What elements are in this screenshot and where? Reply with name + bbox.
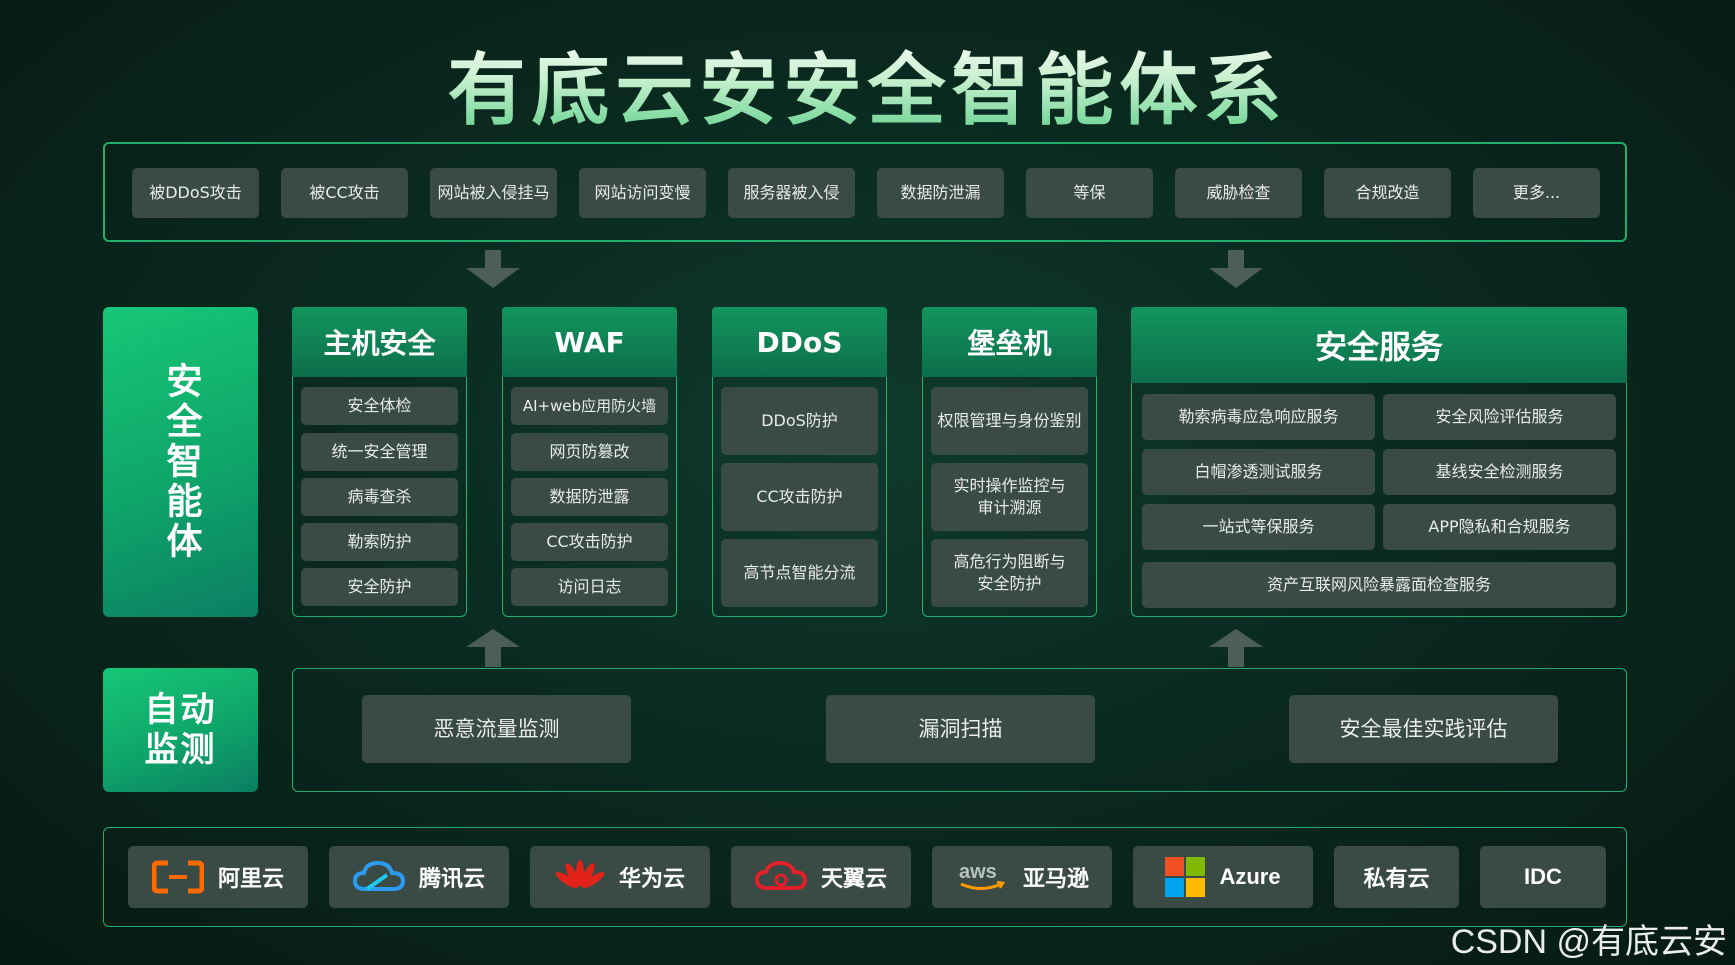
auto-monitor-text: 自动监测	[144, 690, 217, 770]
cloud-idc: IDC	[1480, 846, 1606, 908]
cloud-huawei: 华为云	[530, 846, 710, 908]
cloud-aliyun: 阿里云	[128, 846, 308, 908]
bastion-item: 权限管理与身份鉴别	[931, 387, 1088, 455]
monitor-item: 安全最佳实践评估	[1289, 695, 1558, 763]
waf-item: AI+web应用防火墙	[511, 387, 668, 425]
microsoft-icon	[1165, 857, 1206, 897]
security-service-item: APP隐私和合规服务	[1383, 504, 1616, 550]
host-security-item: 统一安全管理	[301, 433, 458, 471]
cloud-name: IDC	[1524, 864, 1562, 889]
threat-chip: 等保	[1026, 168, 1153, 218]
threat-chip: 威胁检查	[1175, 168, 1302, 218]
bastion-title: 堡垒机	[922, 307, 1097, 377]
aliyun-icon	[151, 860, 204, 894]
security-service-item: 基线安全检测服务	[1383, 449, 1616, 495]
up-arrow-icon	[1209, 629, 1263, 667]
cloud-aws: aws 亚马逊	[932, 846, 1112, 908]
up-arrow-icon	[466, 629, 520, 667]
waf-title: WAF	[502, 307, 677, 377]
cloud-private: 私有云	[1334, 846, 1459, 908]
host-security-item: 勒索防护	[301, 523, 458, 561]
bastion-item: 高危行为阻断与 安全防护	[931, 539, 1088, 607]
monitor-item: 恶意流量监测	[362, 695, 631, 763]
cloud-name: 华为云	[618, 867, 685, 892]
waf-item: CC攻击防护	[511, 523, 668, 561]
down-arrow-icon	[1209, 250, 1263, 288]
security-agent-text: 安全智能体	[160, 362, 202, 562]
host-security-item: 安全防护	[301, 568, 458, 606]
threat-chip: 网站访问变慢	[579, 168, 706, 218]
cloud-name: 亚马逊	[1022, 867, 1089, 892]
bastion-item: 实时操作监控与 审计溯源	[931, 463, 1088, 531]
ddos-item: DDoS防护	[721, 387, 878, 455]
tianyi-icon	[754, 860, 807, 890]
waf-item: 访问日志	[511, 568, 668, 606]
threat-chip: 数据防泄漏	[877, 168, 1004, 218]
host-security-item: 安全体检	[301, 387, 458, 425]
threat-chip: 被CC攻击	[281, 168, 408, 218]
cloud-azure: Azure	[1133, 846, 1313, 908]
security-agent-label: 安全智能体	[103, 307, 258, 617]
cloud-name: 天翼云	[820, 867, 887, 892]
cloud-name: 私有云	[1363, 867, 1430, 892]
threat-chip: 合规改造	[1324, 168, 1451, 218]
waf-item: 网页防篡改	[511, 433, 668, 471]
security-service-item: 勒索病毒应急响应服务	[1142, 394, 1375, 440]
security-service-item: 白帽渗透测试服务	[1142, 449, 1375, 495]
monitor-item: 漏洞扫描	[826, 695, 1095, 763]
huawei-icon	[555, 860, 605, 889]
auto-monitor-label: 自动监测	[103, 668, 258, 792]
watermark: CSDN @有底云安	[1450, 923, 1727, 961]
threat-chip: 服务器被入侵	[728, 168, 855, 218]
waf-item: 数据防泄露	[511, 478, 668, 516]
threat-chip: 被DDoS攻击	[132, 168, 259, 218]
ddos-item: 高节点智能分流	[721, 539, 878, 607]
down-arrow-icon	[466, 250, 520, 288]
cloud-tianyi: 天翼云	[731, 846, 911, 908]
page-title: 有底云安安全智能体系	[0, 28, 1735, 140]
cloud-name: Azure	[1219, 864, 1281, 889]
host-security-item: 病毒查杀	[301, 478, 458, 516]
cloud-name: 腾讯云	[418, 867, 485, 892]
security-service-item: 资产互联网风险暴露面检查服务	[1142, 562, 1616, 608]
cloud-name: 阿里云	[217, 867, 284, 892]
aws-icon: aws	[959, 861, 1006, 890]
threat-chip: 网站被入侵挂马	[430, 168, 557, 218]
svg-text:aws: aws	[959, 861, 997, 883]
tencent-cloud-icon	[352, 860, 405, 891]
security-service-item: 一站式等保服务	[1142, 504, 1375, 550]
host-security-title: 主机安全	[292, 307, 467, 377]
security-service-item: 安全风险评估服务	[1383, 394, 1616, 440]
ddos-item: CC攻击防护	[721, 463, 878, 531]
ddos-title: DDoS	[712, 307, 887, 377]
threat-chip: 更多...	[1473, 168, 1600, 218]
security-service-title: 安全服务	[1131, 307, 1627, 383]
cloud-tencent: 腾讯云	[329, 846, 509, 908]
